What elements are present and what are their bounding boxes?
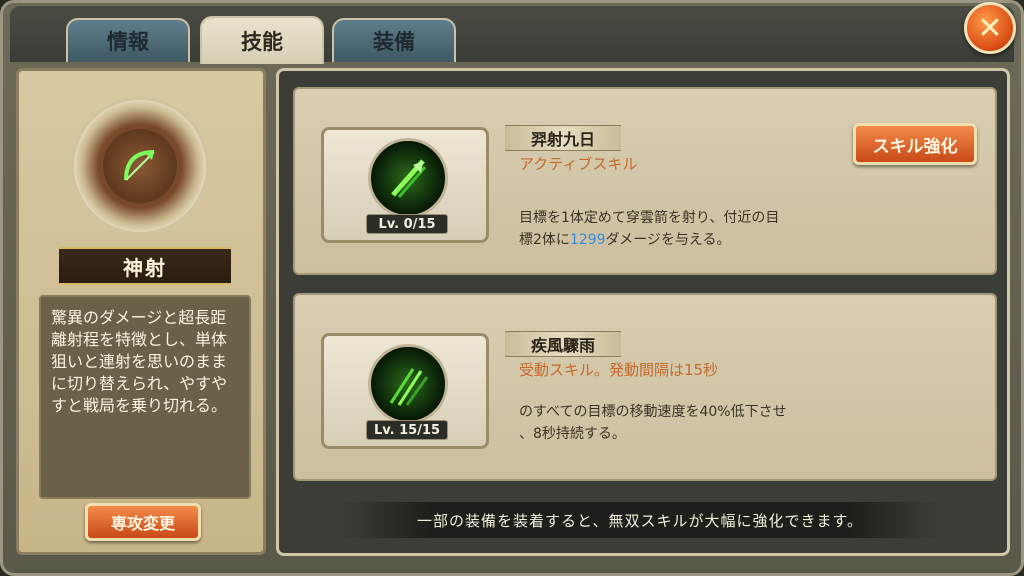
skill-card: 攻 両 Lv. 15/15 疾風驟雨 受動スキル。発動間隔は15秒 のすべての目… [293, 293, 997, 481]
skill-title: 疾風驟雨 [505, 331, 621, 357]
specialization-panel: 神射 驚異のダメージと超長距離射程を特徴とし、単体狙いと連射を思いのままに切り替… [16, 68, 266, 555]
arrow-skill-icon [368, 138, 448, 218]
enhance-skill-button[interactable]: スキル強化 [853, 123, 977, 165]
close-button[interactable]: ✕ [964, 2, 1016, 54]
skills-panel: Lv. 0/15 羿射九日 アクティブスキル 目標を1体定めて穿雲箭を射り、付近… [276, 68, 1010, 556]
specialization-description: 驚異のダメージと超長距離射程を特徴とし、単体狙いと連射を思いのままに切り替えられ… [39, 295, 251, 499]
bow-icon [103, 129, 177, 203]
tab-bar: 情報 技能 装備 [10, 6, 1014, 64]
specialization-name: 神射 [59, 247, 231, 285]
footer-note: 一部の装備を装着すると、無双スキルが大幅に強化できます。 [340, 502, 940, 538]
skill-desc-line: のすべての目標の移動速度を40%低下させ [519, 404, 787, 420]
tab-info[interactable]: 情報 [66, 18, 190, 62]
tab-equipment[interactable]: 装備 [332, 18, 456, 62]
skill-title: 羿射九日 [505, 125, 621, 151]
skill-level: Lv. 15/15 [366, 420, 448, 440]
skill-icon-frame[interactable]: Lv. 15/15 [321, 333, 489, 449]
skill-description: 目標を1体定めて穿雲箭を射り、付近の目 標2体に1299ダメージを与える。 [519, 207, 839, 251]
skill-card: Lv. 0/15 羿射九日 アクティブスキル 目標を1体定めて穿雲箭を射り、付近… [293, 87, 997, 275]
skill-type: 受動スキル。発動間隔は15秒 [519, 361, 719, 379]
skill-level: Lv. 0/15 [366, 214, 448, 234]
arrow-rain-icon [368, 344, 448, 424]
skill-type: アクティブスキル [519, 155, 638, 173]
tab-skills[interactable]: 技能 [200, 16, 324, 64]
skill-desc-line: 目標を1体定めて穿雲箭を射り、付近の目 [519, 210, 780, 226]
desc-text: ダメージを与える。 [605, 232, 731, 248]
skill-desc-line: 、8秒持続する。 [519, 426, 626, 442]
desc-text: 標2体に [519, 232, 570, 248]
change-specialization-button[interactable]: 専攻変更 [85, 503, 201, 541]
skill-desc-line: 標2体に1299ダメージを与える。 [519, 229, 839, 251]
skill-description: のすべての目標の移動速度を40%低下させ 、8秒持続する。 [519, 401, 839, 445]
skill-icon-frame[interactable]: Lv. 0/15 [321, 127, 489, 243]
close-icon: ✕ [977, 10, 1003, 46]
damage-value: 1299 [569, 232, 606, 248]
